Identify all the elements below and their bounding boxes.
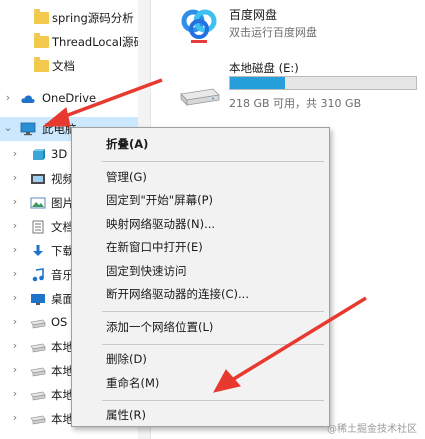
nav-label: ThreadLocal源码 (52, 35, 146, 49)
baidu-netdisk-icon[interactable] (179, 6, 219, 44)
folder-icon (34, 9, 49, 24)
menu-item[interactable]: 属性(R) (72, 404, 329, 426)
drive-icon (30, 319, 46, 329)
desktop-icon (31, 294, 45, 305)
menu-separator (102, 399, 324, 401)
chevron-right-icon[interactable]: › (10, 387, 20, 400)
drive-e-title[interactable]: 本地磁盘 (E:) (229, 60, 299, 76)
nav-label: 3D (51, 147, 68, 161)
chevron-right-icon[interactable]: › (10, 195, 20, 208)
chevron-right-icon[interactable]: › (10, 315, 20, 328)
music-icon (32, 268, 44, 282)
nav-item-documents-folder[interactable]: 文档 (0, 54, 138, 78)
nav-label: spring源码分析 (52, 11, 134, 25)
video-icon (31, 174, 45, 184)
hard-drive-icon[interactable] (177, 86, 221, 108)
nav-label: OneDrive (42, 91, 97, 105)
menu-item[interactable]: 断开网络驱动器的连接(C)... (72, 283, 329, 305)
chevron-right-icon[interactable]: › (10, 219, 20, 232)
menu-item[interactable]: 折叠(A) (72, 133, 329, 155)
cloud-icon (21, 95, 35, 103)
chevron-right-icon[interactable]: › (10, 171, 20, 184)
menu-item[interactable]: 重命名(M) (72, 372, 329, 394)
context-menu: 折叠(A) 管理(G) 固定到"开始"屏幕(P) 映射网络驱动器(N)... 在新窗口中… (71, 127, 330, 427)
watermark: @稀土掘金技术社区 (327, 424, 417, 435)
menu-item[interactable]: 固定到快速访问 (72, 260, 329, 282)
download-icon (33, 245, 43, 256)
baidu-netdisk-title[interactable]: 百度网盘 (229, 6, 277, 23)
chevron-right-icon[interactable]: › (10, 411, 20, 424)
menu-item[interactable]: 删除(D) (72, 348, 329, 370)
baidu-netdisk-subtitle: 双击运行百度网盘 (229, 26, 317, 39)
chevron-right-icon[interactable]: › (10, 339, 20, 352)
menu-item[interactable]: 添加一个网络位置(L) (72, 316, 329, 338)
folder-icon (34, 33, 49, 48)
chevron-right-icon[interactable]: › (3, 91, 13, 104)
chevron-right-icon[interactable]: › (10, 243, 20, 256)
drive-icon (30, 367, 46, 377)
nav-label: 文档 (52, 59, 75, 73)
drive-usage-fill (230, 77, 286, 89)
nav-item-onedrive[interactable]: › OneDrive (0, 87, 138, 111)
nav-item-spring[interactable]: spring源码分析 (0, 6, 138, 30)
nav-item-threadlocal[interactable]: ThreadLocal源码 (0, 30, 145, 54)
menu-item[interactable]: 管理(G) (72, 166, 329, 188)
drive-usage-bar (229, 76, 417, 90)
chevron-down-icon[interactable]: ⌄ (3, 121, 13, 134)
nav-label: OS (51, 315, 68, 329)
menu-item[interactable]: 在新窗口中打开(E) (72, 236, 329, 258)
menu-item[interactable]: 映射网络驱动器(N)... (72, 213, 329, 235)
drive-icon (30, 415, 46, 425)
folder-icon (34, 57, 49, 72)
document-icon (32, 220, 44, 234)
drive-space-text: 218 GB 可用，共 310 GB (229, 97, 362, 110)
drive-icon (30, 391, 46, 401)
drive-icon (30, 343, 46, 353)
menu-separator (102, 343, 324, 345)
chevron-right-icon[interactable]: › (10, 147, 20, 160)
menu-item[interactable]: 固定到"开始"屏幕(P) (72, 189, 329, 211)
3d-objects-icon (33, 149, 45, 160)
chevron-right-icon[interactable]: › (10, 291, 20, 304)
chevron-right-icon[interactable]: › (10, 267, 20, 280)
menu-separator (102, 161, 324, 162)
menu-separator (102, 311, 324, 312)
computer-icon (20, 122, 36, 136)
chevron-right-icon[interactable]: › (10, 363, 20, 376)
picture-icon (30, 197, 46, 209)
